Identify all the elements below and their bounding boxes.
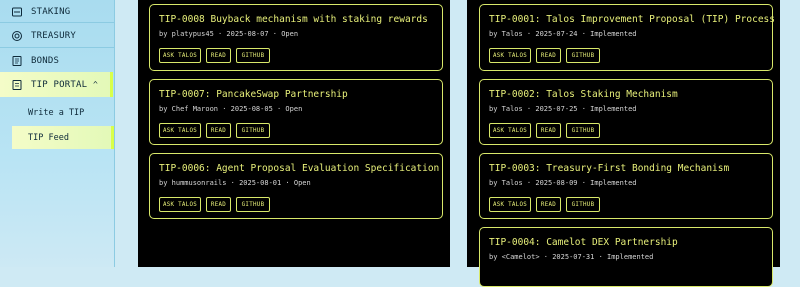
read-button[interactable]: READ <box>206 197 231 212</box>
github-button[interactable]: GITHUB <box>566 48 600 63</box>
nav-tip-feed-label: TIP Feed <box>28 132 69 143</box>
tip-card: TIP-0006: Agent Proposal Evaluation Spec… <box>149 153 443 219</box>
tip-card: TIP-0008 Buyback mechanism with staking … <box>149 4 443 71</box>
ask-talos-button[interactable]: ASK TALOS <box>159 48 201 63</box>
nav-treasury-label: TREASURY <box>31 30 76 41</box>
sidebar: STAKING TREASURY BONDS TIP PORTAL ^ Writ… <box>0 0 115 267</box>
tip-title[interactable]: TIP-0006: Agent Proposal Evaluation Spec… <box>159 163 439 174</box>
tip-meta: by Chef Maroon · 2025-08-05 · Open <box>159 105 303 113</box>
tip-portal-icon <box>11 79 23 91</box>
tip-meta: by hummusonrails · 2025-08-01 · Open <box>159 179 311 187</box>
tip-title[interactable]: TIP-0004: Camelot DEX Partnership <box>489 237 678 248</box>
nav-bonds-label: BONDS <box>31 55 60 66</box>
tip-title[interactable]: TIP-0007: PancakeSwap Partnership <box>159 89 348 100</box>
tip-meta: by platypus45 · 2025-08-07 · Open <box>159 30 299 38</box>
github-button[interactable]: GITHUB <box>566 123 600 138</box>
nav-tip-portal-label: TIP PORTAL <box>31 79 88 90</box>
ask-talos-button[interactable]: ASK TALOS <box>489 197 531 212</box>
chevron-up-icon[interactable]: ^ <box>93 80 98 89</box>
divider <box>0 47 114 48</box>
tip-title[interactable]: TIP-0003: Treasury-First Bonding Mechani… <box>489 163 729 174</box>
ask-talos-button[interactable]: ASK TALOS <box>489 48 531 63</box>
staking-icon <box>11 6 23 18</box>
nav-tip-portal[interactable]: TIP PORTAL ^ <box>0 72 113 97</box>
treasury-icon <box>11 30 23 42</box>
nav-tip-feed[interactable]: TIP Feed <box>12 126 114 149</box>
tip-meta: by Talos · 2025-07-25 · Implemented <box>489 105 637 113</box>
nav-bonds[interactable]: BONDS <box>0 52 114 69</box>
read-button[interactable]: READ <box>536 197 561 212</box>
tip-column-implemented: TIP-0001: Talos Improvement Proposal (TI… <box>467 0 780 287</box>
read-button[interactable]: READ <box>536 48 561 63</box>
tip-title[interactable]: TIP-0008 Buyback mechanism with staking … <box>159 14 428 25</box>
tip-column-open: TIP-0008 Buyback mechanism with staking … <box>138 0 450 267</box>
nav-treasury[interactable]: TREASURY <box>0 27 114 44</box>
github-button[interactable]: GITHUB <box>566 197 600 212</box>
nav-write-tip-label: Write a TIP <box>28 107 85 118</box>
nav-staking-label: STAKING <box>31 6 71 17</box>
nav-write-tip[interactable]: Write a TIP <box>12 101 114 124</box>
ask-talos-button[interactable]: ASK TALOS <box>159 123 201 138</box>
read-button[interactable]: READ <box>536 123 561 138</box>
github-button[interactable]: GITHUB <box>236 123 270 138</box>
tip-meta: by <Camelot> · 2025-07-31 · Implemented <box>489 253 654 261</box>
bonds-icon <box>11 55 23 67</box>
divider <box>0 22 114 23</box>
tip-card: TIP-0001: Talos Improvement Proposal (TI… <box>479 4 775 71</box>
ask-talos-button[interactable]: ASK TALOS <box>489 123 531 138</box>
nav-staking[interactable]: STAKING <box>0 3 114 20</box>
read-button[interactable]: READ <box>206 123 231 138</box>
tip-title[interactable]: TIP-0001: Talos Improvement Proposal (TI… <box>489 14 775 25</box>
github-button[interactable]: GITHUB <box>236 197 270 212</box>
tip-card: TIP-0003: Treasury-First Bonding Mechani… <box>479 153 773 219</box>
tip-meta: by Talos · 2025-07-24 · Implemented <box>489 30 637 38</box>
tip-card: TIP-0002: Talos Staking Mechanism by Tal… <box>479 79 773 145</box>
tip-title[interactable]: TIP-0002: Talos Staking Mechanism <box>489 89 678 100</box>
tip-meta: by Talos · 2025-08-09 · Implemented <box>489 179 637 187</box>
read-button[interactable]: READ <box>206 48 231 63</box>
tip-card: TIP-0007: PancakeSwap Partnership by Che… <box>149 79 443 145</box>
tip-card: TIP-0004: Camelot DEX Partnership by <Ca… <box>479 227 773 287</box>
ask-talos-button[interactable]: ASK TALOS <box>159 197 201 212</box>
github-button[interactable]: GITHUB <box>236 48 270 63</box>
